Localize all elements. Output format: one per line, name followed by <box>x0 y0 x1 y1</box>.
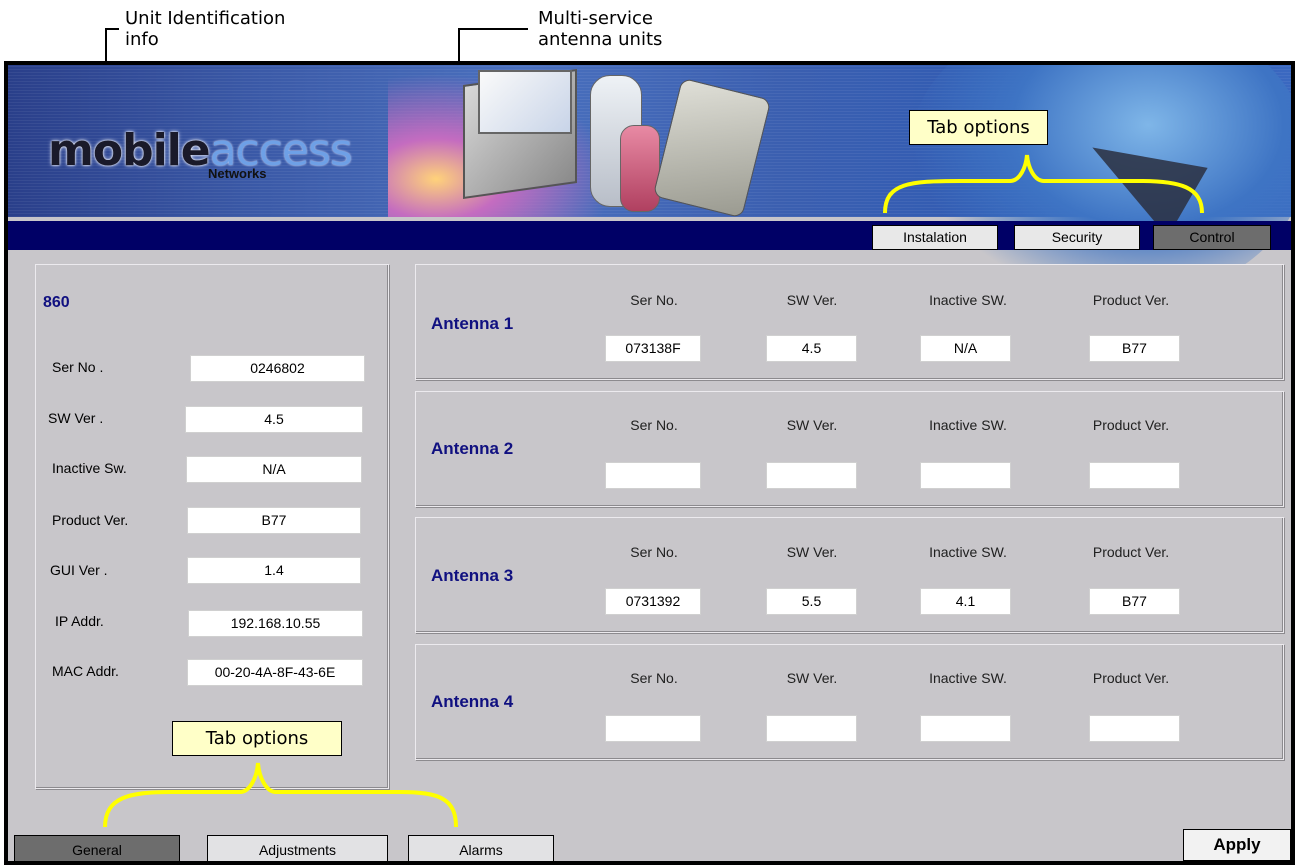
brace-top <box>883 154 1204 214</box>
antenna-2-ser-no[interactable] <box>605 462 701 489</box>
antenna-1-inactive-sw[interactable]: N/A <box>920 335 1011 362</box>
antenna-1-title: Antenna 1 <box>431 314 514 333</box>
antenna-2-col-product-ver: Product Ver. <box>1092 417 1170 433</box>
antenna-4-col-sw-ver: SW Ver. <box>786 670 838 686</box>
apply-button[interactable]: Apply <box>1183 829 1291 861</box>
brace-bottom <box>103 762 458 828</box>
app-window-frame: mobileaccess Networks Tab options Instal… <box>4 61 1295 865</box>
tab-general[interactable]: General <box>14 835 180 861</box>
antenna-3-col-product-ver: Product Ver. <box>1092 544 1170 560</box>
antenna-4-product-ver[interactable] <box>1089 715 1180 742</box>
callout-antenna-units: Multi-service antenna units <box>538 8 662 50</box>
antenna-1-col-sw-ver: SW Ver. <box>786 292 838 308</box>
antenna-1-product-ver[interactable]: B77 <box>1089 335 1180 362</box>
antenna-1-col-ser-no: Ser No. <box>630 292 678 308</box>
unit-label-mac-addr: MAC Addr. <box>52 663 119 679</box>
antenna-3-col-ser-no: Ser No. <box>630 544 678 560</box>
pda-graphic <box>652 77 772 219</box>
tab-security[interactable]: Security <box>1014 225 1140 250</box>
callout-unit-id-line1: Unit Identification <box>125 8 286 29</box>
unit-field-sw-ver[interactable]: 4.5 <box>185 406 363 433</box>
antenna-4-col-ser-no: Ser No. <box>630 670 678 686</box>
unit-title: 860 <box>43 294 70 311</box>
antenna-4-inactive-sw[interactable] <box>920 715 1011 742</box>
laptop-screen-graphic <box>478 70 572 134</box>
unit-label-product-ver: Product Ver. <box>52 512 129 528</box>
antenna-3-col-inactive-sw: Inactive SW. <box>929 544 1007 560</box>
callout-antenna-line1: Multi-service <box>538 8 653 29</box>
antenna-2-product-ver[interactable] <box>1089 462 1180 489</box>
logo-word-mobile: mobile <box>48 125 211 176</box>
unit-field-product-ver[interactable]: B77 <box>187 507 361 534</box>
antenna-3-product-ver[interactable]: B77 <box>1089 588 1180 615</box>
unit-field-ser-no[interactable]: 0246802 <box>190 355 365 382</box>
tab-instalation[interactable]: Instalation <box>872 225 998 250</box>
antenna-3-col-sw-ver: SW Ver. <box>786 544 838 560</box>
antenna-3-inactive-sw[interactable]: 4.1 <box>920 588 1011 615</box>
unit-field-mac-addr[interactable]: 00-20-4A-8F-43-6E <box>187 659 363 686</box>
callout-antenna-line2: antenna units <box>538 29 663 50</box>
phone-graphic-pink <box>620 125 660 212</box>
tab-alarms[interactable]: Alarms <box>408 835 554 861</box>
unit-label-ip-addr: IP Addr. <box>55 613 104 629</box>
antenna-2-col-sw-ver: SW Ver. <box>786 417 838 433</box>
antenna-2-inactive-sw[interactable] <box>920 462 1011 489</box>
antenna-3-title: Antenna 3 <box>431 566 514 585</box>
unit-label-sw-ver: SW Ver . <box>48 410 104 426</box>
unit-label-ser-no: Ser No . <box>52 359 104 375</box>
antenna-1-col-product-ver: Product Ver. <box>1092 292 1170 308</box>
antenna-1-ser-no[interactable]: 073138F <box>605 335 701 362</box>
app-window: mobileaccess Networks Tab options Instal… <box>8 65 1291 861</box>
tab-adjustments[interactable]: Adjustments <box>207 835 388 861</box>
antenna-4-title: Antenna 4 <box>431 692 514 711</box>
antenna-panel-3 <box>415 517 1284 633</box>
antenna-2-col-ser-no: Ser No. <box>630 417 678 433</box>
tab-options-note-top: Tab options <box>909 110 1048 145</box>
unit-field-gui-ver[interactable]: 1.4 <box>187 557 361 584</box>
callout-unit-id-line2: info <box>125 29 159 50</box>
antenna-4-col-inactive-sw: Inactive SW. <box>929 670 1007 686</box>
callout-unit-id: Unit Identification info <box>125 8 285 50</box>
antenna-4-sw-ver[interactable] <box>766 715 857 742</box>
antenna-panel-2 <box>415 391 1284 507</box>
unit-field-inactive-sw[interactable]: N/A <box>186 456 362 483</box>
unit-label-gui-ver: GUI Ver . <box>50 562 108 578</box>
mobileaccess-logo: mobileaccess <box>48 125 353 176</box>
unit-label-inactive-sw: Inactive Sw. <box>52 460 127 476</box>
antenna-3-sw-ver[interactable]: 5.5 <box>766 588 857 615</box>
antenna-1-sw-ver[interactable]: 4.5 <box>766 335 857 362</box>
antenna-2-col-inactive-sw: Inactive SW. <box>929 417 1007 433</box>
unit-field-ip-addr[interactable]: 192.168.10.55 <box>188 610 363 637</box>
antenna-4-ser-no[interactable] <box>605 715 701 742</box>
antenna-panel-4 <box>415 644 1284 760</box>
antenna-4-col-product-ver: Product Ver. <box>1092 670 1170 686</box>
antenna-2-sw-ver[interactable] <box>766 462 857 489</box>
logo-networks: Networks <box>208 166 267 181</box>
antenna-panel-1 <box>415 264 1284 380</box>
tab-control[interactable]: Control <box>1153 225 1271 250</box>
antenna-1-col-inactive-sw: Inactive SW. <box>929 292 1007 308</box>
antenna-3-ser-no[interactable]: 0731392 <box>605 588 701 615</box>
antenna-2-title: Antenna 2 <box>431 439 514 458</box>
tab-options-note-bottom: Tab options <box>172 721 342 756</box>
